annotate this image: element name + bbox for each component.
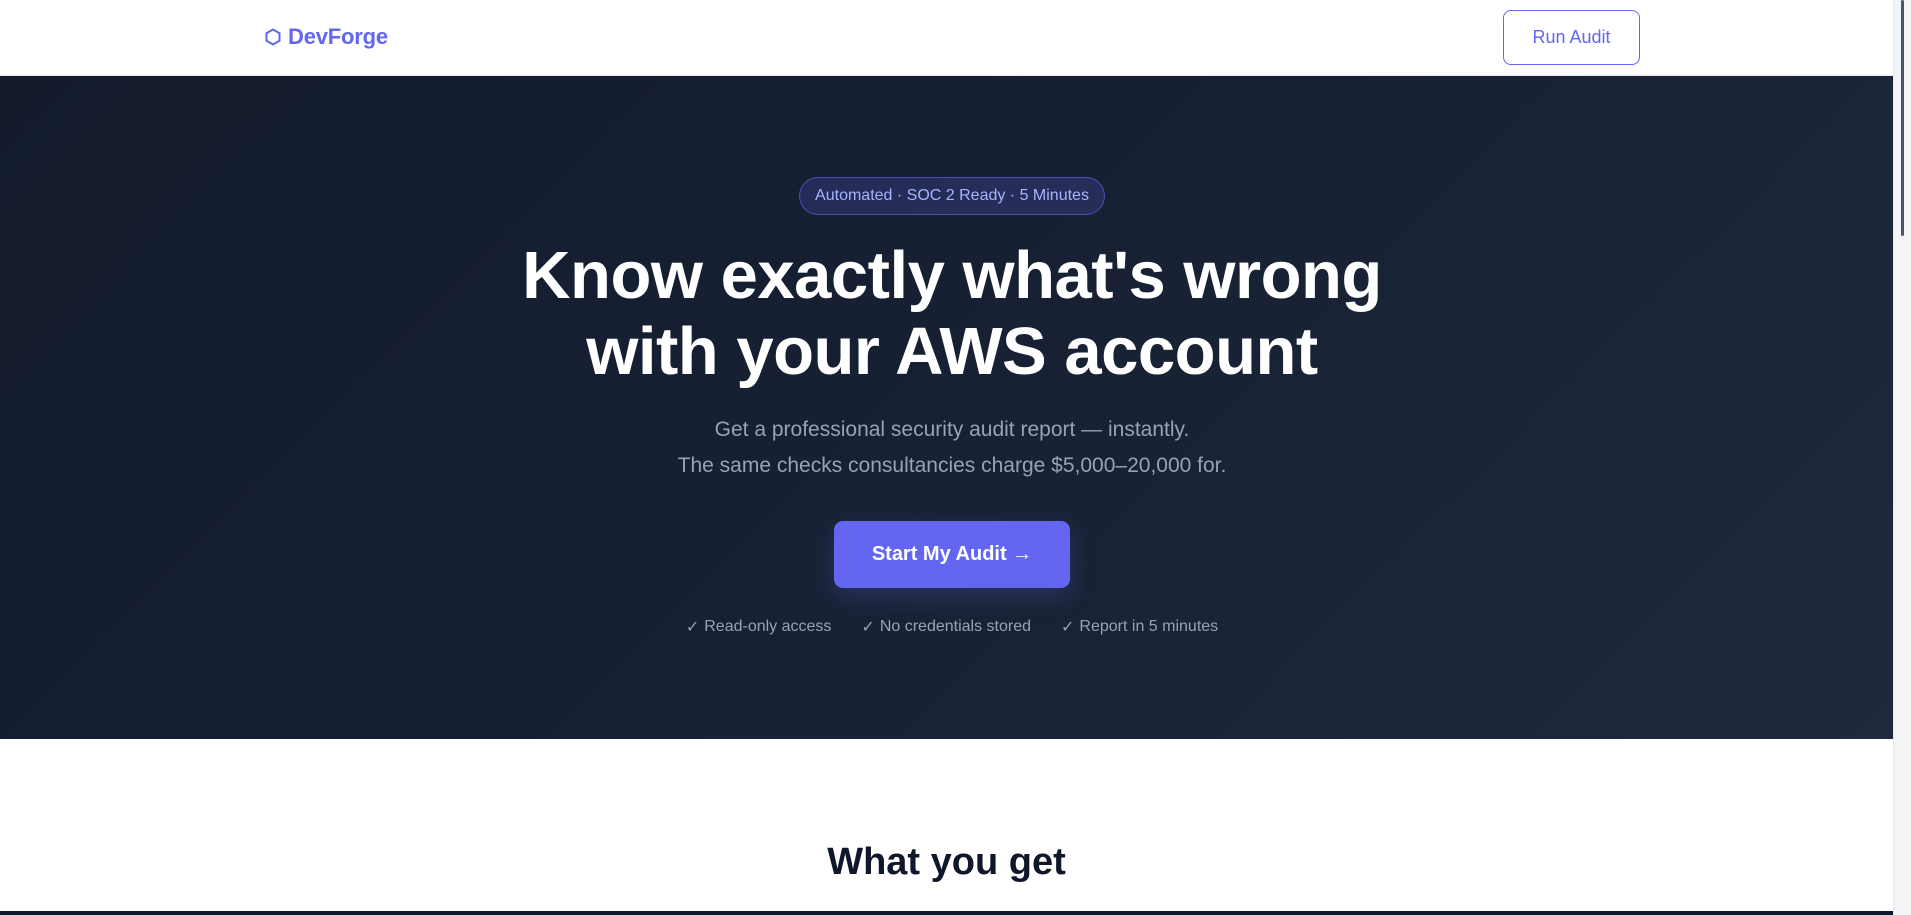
vertical-scrollbar[interactable] [1893, 0, 1911, 915]
trust-item: ✓ Report in 5 minutes [1061, 617, 1218, 637]
check-icon: ✓ [1061, 619, 1075, 636]
hero-title-line-2: with your AWS account [586, 314, 1318, 389]
trust-item-label: Report in 5 minutes [1079, 618, 1219, 635]
brand-logo[interactable]: DevForge [265, 24, 388, 50]
hero-subtitle-line-2: The same checks consultancies charge $5,… [677, 454, 1227, 477]
hero-title-line-1: Know exactly what's wrong [522, 238, 1382, 313]
run-audit-button[interactable]: Run Audit [1503, 10, 1640, 65]
hero-subtitle: Get a professional security audit report… [546, 412, 1358, 484]
check-icon: ✓ [685, 619, 700, 636]
check-icon: ✓ [861, 619, 875, 636]
site-header: DevForge Run Audit [0, 0, 1893, 76]
hexagon-icon [265, 28, 281, 46]
trust-indicators: ✓ Read-only access ✓ No credentials stor… [546, 617, 1358, 637]
features-section-title: What you get [827, 841, 1066, 883]
browser-viewport: DevForge Run Audit Automated · SOC 2 Rea… [0, 0, 1911, 915]
trust-item-label: Read-only access [704, 618, 832, 635]
start-audit-button[interactable]: Start My Audit → [834, 521, 1070, 588]
trust-item-label: No credentials stored [879, 618, 1032, 635]
feature-badge: Automated · SOC 2 Ready · 5 Minutes [799, 177, 1105, 215]
hero-subtitle-line-1: Get a professional security audit report… [714, 418, 1190, 441]
trust-item: ✓ Read-only access [686, 617, 832, 637]
trust-item: ✓ No credentials stored [861, 617, 1031, 637]
brand-name: DevForge [288, 24, 388, 49]
scrollbar-thumb[interactable] [1901, 0, 1904, 236]
hero-title: Know exactly what's wrong with your AWS … [446, 238, 1458, 390]
section-divider [0, 911, 1893, 915]
landing-page: DevForge Run Audit Automated · SOC 2 Rea… [0, 0, 1893, 915]
hero-section: Automated · SOC 2 Ready · 5 Minutes Know… [0, 76, 1893, 739]
